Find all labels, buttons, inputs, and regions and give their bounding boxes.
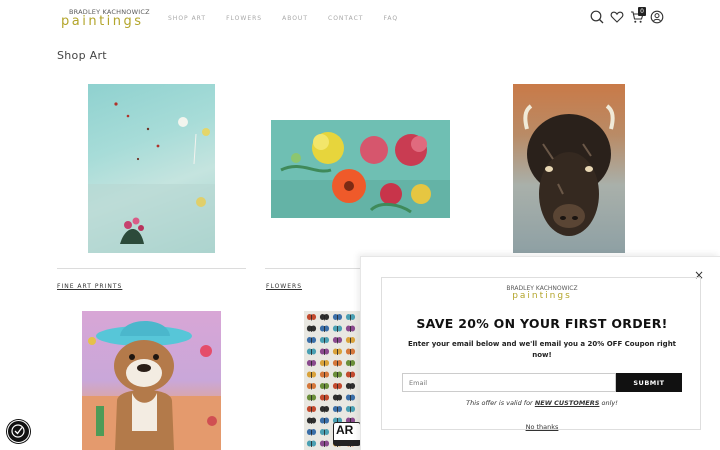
butterfly-specimen: [345, 360, 356, 367]
accessibility-button[interactable]: [7, 420, 30, 443]
nav-faq[interactable]: FAQ: [383, 15, 398, 22]
main-nav: SHOP ART FLOWERS ABOUT CONTACT FAQ: [168, 15, 418, 22]
account-icon[interactable]: [650, 10, 664, 24]
search-icon[interactable]: [590, 10, 604, 24]
discount-popup: × BRADLEY KACHNOWICZ paintings SAVE 20% …: [360, 256, 720, 450]
category-link-flowers[interactable]: FLOWERS: [266, 283, 302, 290]
butterfly-specimen: [319, 429, 330, 436]
butterfly-specimen: [306, 429, 317, 436]
nav-flowers[interactable]: FLOWERS: [226, 15, 262, 22]
popup-content-frame: BRADLEY KACHNOWICZ paintings SAVE 20% ON…: [381, 277, 702, 431]
butterfly-specimen: [319, 314, 330, 321]
logo-wordmark: paintings: [61, 14, 144, 29]
butterfly-specimen: [306, 348, 317, 355]
butterfly-specimen: [319, 394, 330, 401]
cart-count-badge: 0: [638, 7, 646, 16]
category-divider-1: [57, 268, 246, 269]
butterfly-specimen: [306, 360, 317, 367]
offer-suffix: only!: [601, 399, 618, 407]
butterfly-specimen: [332, 337, 343, 344]
butterfly-specimen: [306, 337, 317, 344]
butterfly-specimen: [345, 383, 356, 390]
butterfly-specimen: [306, 417, 317, 424]
offer-prefix: This offer is valid for: [466, 399, 533, 407]
painting-turquoise-abstract[interactable]: [88, 84, 215, 253]
butterfly-specimen: [345, 314, 356, 321]
butterfly-specimen: [319, 337, 330, 344]
ar-badge-label: AR: [336, 423, 354, 437]
butterfly-specimen: [345, 337, 356, 344]
butterfly-specimen: [319, 383, 330, 390]
popup-offer-text: This offer is valid for NEW CUSTOMERS on…: [382, 399, 702, 407]
painting-bulldog-cowboy[interactable]: [82, 311, 221, 450]
butterfly-specimen: [332, 360, 343, 367]
nav-shop-art[interactable]: SHOP ART: [168, 15, 206, 22]
butterfly-specimen: [319, 440, 330, 447]
butterfly-specimen: [306, 440, 317, 447]
butterfly-specimen: [332, 371, 343, 378]
butterfly-specimen: [319, 406, 330, 413]
email-field[interactable]: [402, 373, 616, 392]
category-link-fine-art-prints[interactable]: FINE ART PRINTS: [57, 283, 122, 290]
butterfly-specimen: [332, 314, 343, 321]
butterfly-specimen: [306, 371, 317, 378]
accessibility-icon: [11, 424, 25, 438]
butterfly-specimen: [332, 348, 343, 355]
butterfly-specimen: [306, 383, 317, 390]
butterfly-specimen: [332, 383, 343, 390]
butterfly-specimen: [319, 417, 330, 424]
ar-badge-stripe: [334, 440, 360, 445]
ar-view-badge[interactable]: AR: [333, 422, 361, 446]
submit-button[interactable]: SUBMIT: [616, 373, 682, 392]
no-thanks-link[interactable]: No thanks: [382, 423, 702, 431]
butterfly-specimen: [345, 325, 356, 332]
butterfly-specimen: [345, 348, 356, 355]
wishlist-heart-icon[interactable]: [610, 10, 624, 24]
butterfly-specimen: [306, 314, 317, 321]
site-logo[interactable]: BRADLEY KACHNOWICZ paintings: [60, 8, 160, 30]
painting-flowers[interactable]: [271, 120, 450, 218]
butterfly-specimen: [332, 394, 343, 401]
popup-logo-wordmark: paintings: [512, 291, 572, 301]
butterfly-specimen: [306, 394, 317, 401]
nav-about[interactable]: ABOUT: [282, 15, 308, 22]
nav-contact[interactable]: CONTACT: [328, 15, 363, 22]
category-divider-2: [265, 268, 365, 269]
butterfly-specimen: [319, 325, 330, 332]
butterfly-specimen: [345, 406, 356, 413]
butterfly-specimen: [319, 371, 330, 378]
butterfly-specimen: [306, 325, 317, 332]
butterfly-specimen: [332, 406, 343, 413]
popup-heading: SAVE 20% ON YOUR FIRST ORDER!: [416, 316, 668, 331]
page-title: Shop Art: [57, 49, 107, 62]
popup-subtext: Enter your email below and we'll email y…: [407, 340, 677, 359]
painting-bison[interactable]: [513, 84, 625, 253]
butterfly-specimen: [345, 371, 356, 378]
offer-new-customers: NEW CUSTOMERS: [534, 399, 600, 407]
butterfly-specimen: [319, 348, 330, 355]
butterfly-specimen: [345, 394, 356, 401]
butterfly-specimen: [319, 360, 330, 367]
butterfly-specimen: [306, 406, 317, 413]
butterfly-specimen: [332, 325, 343, 332]
